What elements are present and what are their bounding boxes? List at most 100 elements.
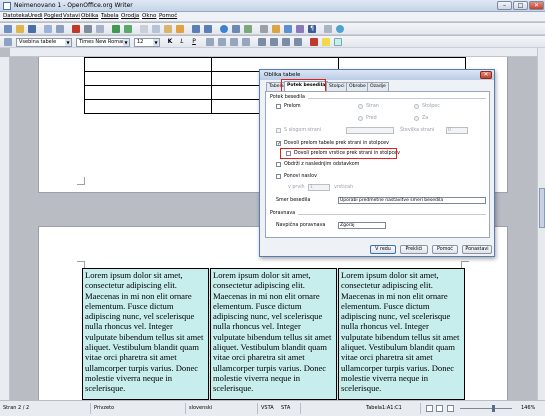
minimize-button[interactable]: – xyxy=(497,1,512,10)
export-pdf-icon[interactable] xyxy=(72,25,80,33)
font-color-icon[interactable] xyxy=(310,38,318,46)
horizontal-ruler[interactable] xyxy=(10,48,537,57)
menu-view[interactable]: Pogled xyxy=(44,13,62,19)
repeat-heading-checkbox[interactable] xyxy=(276,174,281,179)
table-icon[interactable] xyxy=(232,25,240,33)
font-name-combo[interactable]: Times New Roman ▼ xyxy=(76,38,130,47)
break-column-radio[interactable] xyxy=(414,104,419,109)
vertical-alignment-select[interactable]: Zgoraj xyxy=(338,222,386,229)
heading-rows-input[interactable]: 1 xyxy=(308,184,330,191)
status-selection-mode[interactable]: STA xyxy=(281,405,290,411)
status-language[interactable]: slovenski xyxy=(189,405,212,411)
menu-table[interactable]: Tabela xyxy=(101,13,119,19)
break-checkbox[interactable] xyxy=(276,104,281,109)
page-number-input[interactable]: 0 xyxy=(446,127,468,134)
align-right-icon[interactable] xyxy=(230,38,238,46)
save-icon[interactable] xyxy=(28,25,36,33)
scrollbar-thumb[interactable] xyxy=(539,188,545,228)
ok-button[interactable]: V redu xyxy=(370,245,396,254)
menu-file[interactable]: Datoteka xyxy=(3,13,28,19)
undo-icon[interactable] xyxy=(192,25,200,33)
single-page-view-icon[interactable] xyxy=(426,405,433,412)
format-paintbrush-icon[interactable] xyxy=(176,25,184,33)
maximize-button[interactable]: □ xyxy=(513,1,528,10)
background-color-icon[interactable] xyxy=(334,38,342,46)
new-icon[interactable] xyxy=(4,25,12,33)
book-view-icon[interactable] xyxy=(447,405,454,412)
decrease-indent-icon[interactable] xyxy=(282,38,290,46)
allow-split-checkbox[interactable]: ✓ xyxy=(276,141,281,147)
menu-help[interactable]: Pomoč xyxy=(159,13,177,19)
vertical-alignment-value: Zgoraj xyxy=(340,223,355,228)
menu-tools[interactable]: Orodja xyxy=(121,13,139,19)
table-page-2[interactable]: Lorem ipsum dolor sit amet, consectetur … xyxy=(82,268,465,400)
menu-edit[interactable]: Uredi xyxy=(28,13,43,19)
text-direction-value: Uporabi predmetne nastavitve smeri besed… xyxy=(340,198,444,203)
cut-icon[interactable] xyxy=(140,25,148,33)
bold-button[interactable]: K xyxy=(166,38,174,46)
paragraph-style-combo[interactable]: Vsebina tabele ▼ xyxy=(16,38,72,47)
print-icon[interactable] xyxy=(84,25,92,33)
status-page[interactable]: Stran 2 / 2 xyxy=(3,405,29,411)
show-draw-functions-icon[interactable] xyxy=(244,25,252,33)
font-size-combo[interactable]: 12 ▼ xyxy=(134,38,160,47)
align-left-icon[interactable] xyxy=(206,38,214,46)
vertical-scrollbar[interactable] xyxy=(537,48,545,400)
menu-window[interactable]: Okno xyxy=(142,13,156,19)
help-icon[interactable] xyxy=(336,25,344,33)
zoom-slider-handle[interactable] xyxy=(492,405,495,412)
italic-button[interactable]: L xyxy=(178,38,186,46)
autospell-icon[interactable] xyxy=(124,25,132,33)
tab-columns[interactable]: Stolpci xyxy=(326,82,348,91)
paste-icon[interactable] xyxy=(164,25,172,33)
menu-format[interactable]: Oblika xyxy=(81,13,98,19)
redo-icon[interactable] xyxy=(204,25,212,33)
nonprinting-chars-icon[interactable]: ¶ xyxy=(308,25,316,33)
table-cell-c1[interactable]: Lorem ipsum dolor sit amet, consectetur … xyxy=(338,268,465,400)
edit-file-icon[interactable] xyxy=(56,25,64,33)
zoom-icon[interactable] xyxy=(324,25,332,33)
open-icon[interactable] xyxy=(16,25,24,33)
status-insert-mode[interactable]: VSTA xyxy=(261,405,274,411)
highlight-icon[interactable] xyxy=(322,38,330,46)
menu-insert[interactable]: Vstavi xyxy=(63,13,80,19)
spellcheck-icon[interactable] xyxy=(112,25,120,33)
table-cell-a1[interactable]: Lorem ipsum dolor sit amet, consectetur … xyxy=(82,268,209,400)
increase-indent-icon[interactable] xyxy=(294,38,302,46)
close-button[interactable]: ✕ xyxy=(529,1,544,10)
copy-icon[interactable] xyxy=(152,25,160,33)
underline-button[interactable]: P xyxy=(190,38,198,46)
email-icon[interactable] xyxy=(44,25,52,33)
reset-button[interactable]: Ponastavi xyxy=(462,245,492,254)
find-replace-icon[interactable] xyxy=(260,25,268,33)
break-after-radio[interactable] xyxy=(414,116,419,121)
keep-with-next-checkbox[interactable] xyxy=(276,162,281,167)
page-style-checkbox[interactable] xyxy=(276,128,281,133)
break-page-radio[interactable] xyxy=(358,104,363,109)
vertical-ruler[interactable] xyxy=(0,57,10,400)
styles-formatting-icon[interactable] xyxy=(4,38,12,46)
zoom-slider[interactable] xyxy=(460,408,512,409)
cancel-button[interactable]: Prekliči xyxy=(400,245,428,254)
hyperlink-icon[interactable] xyxy=(220,25,228,33)
data-sources-icon[interactable] xyxy=(296,25,304,33)
break-before-radio[interactable] xyxy=(358,116,363,121)
navigator-icon[interactable] xyxy=(272,25,280,33)
align-center-icon[interactable] xyxy=(218,38,226,46)
help-button[interactable]: Pomoč xyxy=(432,245,458,254)
numbering-icon[interactable] xyxy=(258,38,266,46)
status-zoom[interactable]: 146% xyxy=(521,405,535,411)
status-page-style[interactable]: Privzeto xyxy=(94,405,114,411)
tab-background[interactable]: Ozadje xyxy=(367,82,389,91)
print-preview-icon[interactable] xyxy=(96,25,104,33)
gallery-icon[interactable] xyxy=(284,25,292,33)
bullets-icon[interactable] xyxy=(270,38,278,46)
justify-icon[interactable] xyxy=(242,38,250,46)
page-style-select[interactable] xyxy=(346,127,394,134)
dialog-close-button[interactable]: ✕ xyxy=(480,71,492,79)
multi-page-view-icon[interactable] xyxy=(436,405,443,412)
table-cell-b1[interactable]: Lorem ipsum dolor sit amet, consectetur … xyxy=(210,268,337,400)
tab-borders[interactable]: Obrobe xyxy=(346,82,369,91)
text-direction-select[interactable]: Uporabi predmetne nastavitve smeri besed… xyxy=(338,197,486,204)
text-flow-panel: Potek besedila Prelom Stran Stolpec Pred… xyxy=(265,91,490,238)
